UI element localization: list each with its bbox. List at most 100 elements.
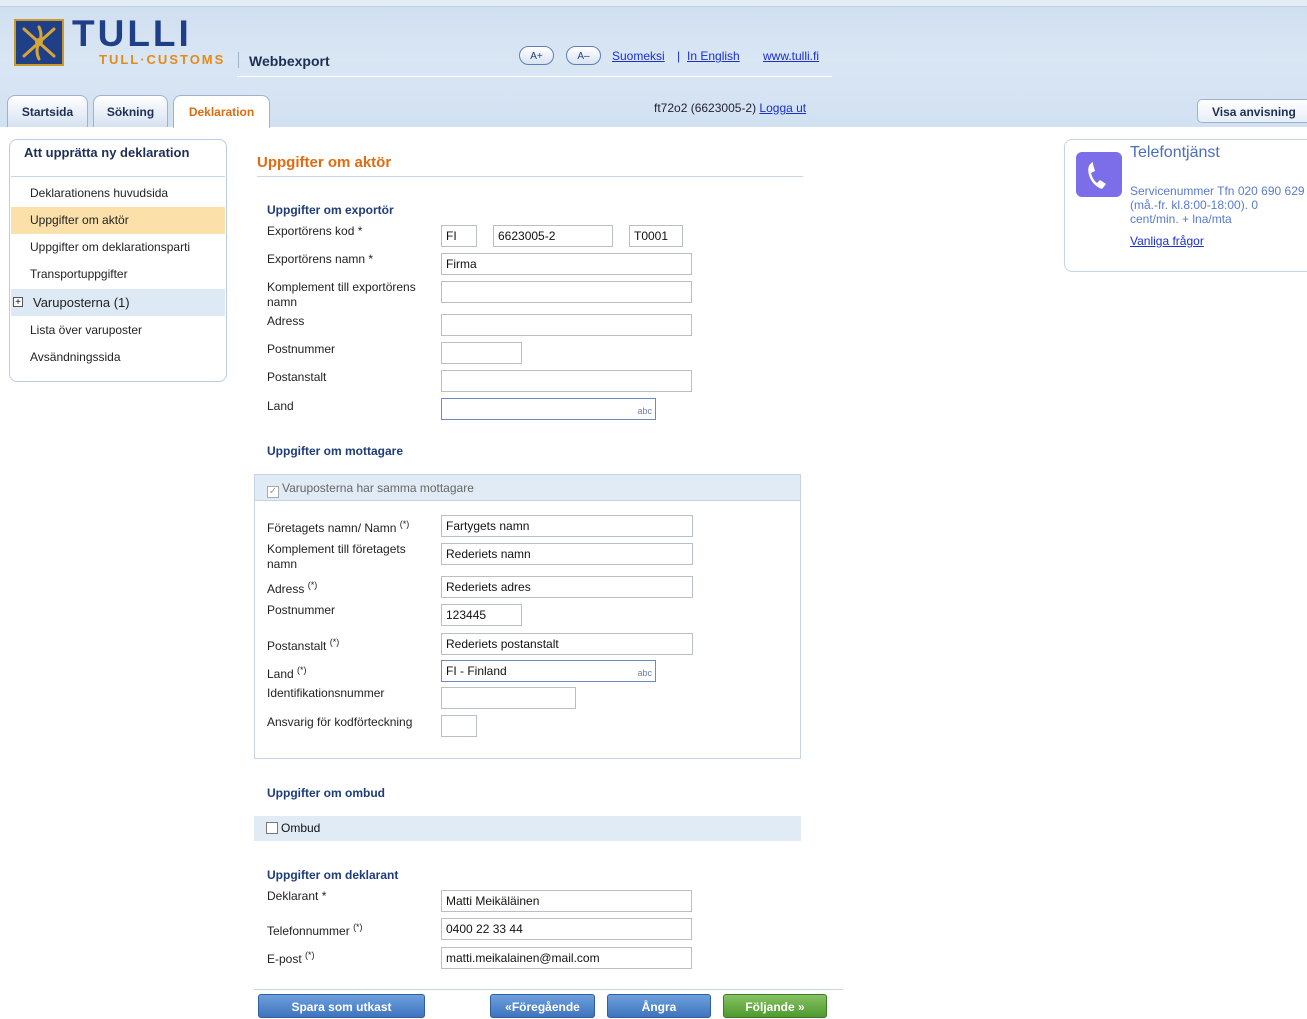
app-name: Webbexport	[249, 53, 330, 69]
exporter-code-label: Exportörens kod *	[267, 224, 363, 238]
user-info: ft72o2 (6623005-2) Logga ut	[654, 101, 806, 115]
lang-separator: |	[677, 49, 681, 63]
declarant-phone-label-text: Telefonnummer	[267, 924, 350, 938]
consignee-id-input[interactable]	[441, 687, 576, 709]
declarant-name-input[interactable]: Matti Meikäläinen	[441, 890, 692, 912]
exporter-name-input[interactable]: Firma	[441, 253, 692, 275]
exporter-suffix-input[interactable]: T0001	[629, 225, 683, 247]
logout-link[interactable]: Logga ut	[759, 101, 806, 115]
brand-separator	[238, 52, 239, 68]
previous-button[interactable]: «Föregående	[490, 994, 595, 1018]
exporter-name-label: Exportörens namn *	[267, 252, 374, 266]
sidebar-divider	[11, 176, 225, 177]
agent-row: Ombud	[254, 816, 801, 841]
consignee-postoffice-label: Postanstalt (*)	[267, 635, 339, 654]
lang-english-link[interactable]: In English	[687, 49, 740, 63]
sidebar-item-consignment[interactable]: Uppgifter om deklarationsparti	[11, 234, 225, 261]
consignee-company-label: Företagets namn/ Namn (*)	[267, 517, 409, 536]
exporter-address-label: Adress	[267, 314, 305, 328]
phone-service-title: Telefontjänst	[1130, 144, 1220, 161]
consignee-heading: Uppgifter om mottagare	[267, 444, 404, 458]
tulli-site-link[interactable]: www.tulli.fi	[763, 49, 819, 63]
tab-startsida[interactable]: Startsida	[7, 95, 88, 127]
button-bar-divider	[254, 989, 843, 990]
sidebar-item-send-page[interactable]: Avsändningssida	[11, 344, 225, 371]
consignee-postoffice-input[interactable]: Rederiets postanstalt	[441, 633, 693, 655]
consignee-address-label: Adress (*)	[267, 578, 317, 597]
next-button[interactable]: Följande »	[723, 994, 827, 1018]
consignee-company-input[interactable]: Fartygets namn	[441, 515, 693, 537]
exporter-postoffice-input[interactable]	[441, 370, 692, 392]
consignee-land-input[interactable]: FI - Finland abc	[441, 660, 656, 682]
cancel-button[interactable]: Ångra	[607, 994, 711, 1018]
code-list-icon[interactable]: abc	[637, 401, 652, 422]
required-mark: (*)	[399, 519, 410, 529]
consignee-postoffice-label-text: Postanstalt	[267, 639, 327, 653]
consignee-postcode-input[interactable]: 123445	[441, 604, 522, 626]
exporter-postcode-input[interactable]	[441, 342, 522, 364]
decrease-font-button[interactable]: A–	[566, 46, 601, 65]
consignee-complement-label: Komplement till företagets namn	[267, 542, 406, 571]
consignee-postcode-label: Postnummer	[267, 603, 336, 617]
declarant-email-input[interactable]: matti.meikalainen@mail.com	[441, 947, 692, 969]
declarant-name-label: Deklarant *	[267, 889, 327, 903]
sidebar-item-goods[interactable]: Varuposterna (1)	[11, 289, 225, 316]
customs-emblem-icon	[14, 19, 64, 66]
exporter-number-input[interactable]: 6623005-2	[493, 225, 613, 247]
consignee-land-value: FI - Finland	[446, 664, 507, 678]
tab-deklaration[interactable]: Deklaration	[173, 95, 270, 128]
consignee-address-input[interactable]: Rederiets adres	[441, 576, 693, 598]
expand-icon[interactable]: +	[13, 297, 23, 308]
consignee-registry-label: Ansvarig för kodförteckning	[267, 715, 413, 729]
consignee-country-label: Land (*)	[267, 663, 307, 682]
sidebar-item-transport[interactable]: Transportuppgifter	[11, 261, 225, 288]
lang-finnish-link[interactable]: Suomeksi	[612, 49, 665, 63]
phone-icon	[1076, 152, 1122, 197]
exporter-postoffice-label: Postanstalt	[267, 370, 327, 384]
tab-sokning[interactable]: Sökning	[93, 95, 168, 127]
sidebar-item-actor[interactable]: Uppgifter om aktör	[11, 207, 225, 234]
faq-link[interactable]: Vanliga frågor	[1130, 234, 1204, 248]
save-draft-button[interactable]: Spara som utkast	[258, 994, 425, 1018]
same-consignee-row: ✓ Varuposterna har samma mottagare	[254, 474, 801, 501]
consignee-country-label-text: Land	[267, 667, 294, 681]
consignee-company-label-text: Företagets namn/ Namn	[267, 521, 397, 535]
declarant-phone-label: Telefonnummer (*)	[267, 920, 363, 939]
same-consignee-checkbox[interactable]: ✓	[267, 486, 279, 498]
required-mark: (*)	[297, 665, 307, 675]
same-consignee-label: Varuposterna har samma mottagare	[282, 481, 474, 495]
required-mark: (*)	[329, 637, 340, 647]
code-list-icon[interactable]: abc	[637, 663, 652, 684]
title-divider	[257, 176, 803, 177]
increase-font-button[interactable]: A+	[519, 46, 554, 65]
window-top-edge	[0, 0, 1307, 7]
brand-name: TULLI	[72, 13, 192, 54]
user-id: ft72o2 (6623005-2)	[654, 101, 757, 115]
required-mark: (*)	[307, 580, 318, 590]
show-instructions-button[interactable]: Visa anvisning	[1197, 99, 1307, 123]
exporter-complement-input[interactable]	[441, 281, 692, 303]
sidebar-title: Att upprätta ny deklaration	[24, 145, 190, 160]
phone-service-text: Servicenummer Tfn 020 690 629 (må.-fr. k…	[1130, 184, 1305, 226]
agent-heading: Uppgifter om ombud	[267, 786, 385, 800]
consignee-registry-input[interactable]	[441, 715, 477, 737]
exporter-country-input[interactable]: FI	[441, 225, 477, 247]
agent-label: Ombud	[281, 821, 321, 835]
consignee-complement-input[interactable]: Rederiets namn	[441, 543, 693, 565]
header-divider	[237, 76, 832, 77]
exporter-land-input[interactable]: abc	[441, 398, 656, 420]
declarant-email-label-text: E-post	[267, 952, 302, 966]
consignee-id-label: Identifikationsnummer	[267, 686, 385, 700]
exporter-address-input[interactable]	[441, 314, 692, 336]
exporter-complement-label: Komplement till exportörens namn	[267, 280, 416, 309]
exporter-country-label: Land	[267, 399, 294, 413]
sidebar-item-goods-list[interactable]: Lista över varuposter	[11, 317, 225, 344]
declarant-heading: Uppgifter om deklarant	[267, 868, 399, 882]
required-mark: (*)	[353, 922, 363, 932]
sidebar-item-main-page[interactable]: Deklarationens huvudsida	[11, 180, 225, 207]
page-title: Uppgifter om aktör	[257, 154, 392, 171]
exporter-heading: Uppgifter om exportör	[267, 203, 394, 217]
declarant-phone-input[interactable]: 0400 22 33 44	[441, 918, 692, 940]
declarant-email-label: E-post (*)	[267, 948, 315, 967]
agent-checkbox[interactable]	[266, 822, 278, 834]
